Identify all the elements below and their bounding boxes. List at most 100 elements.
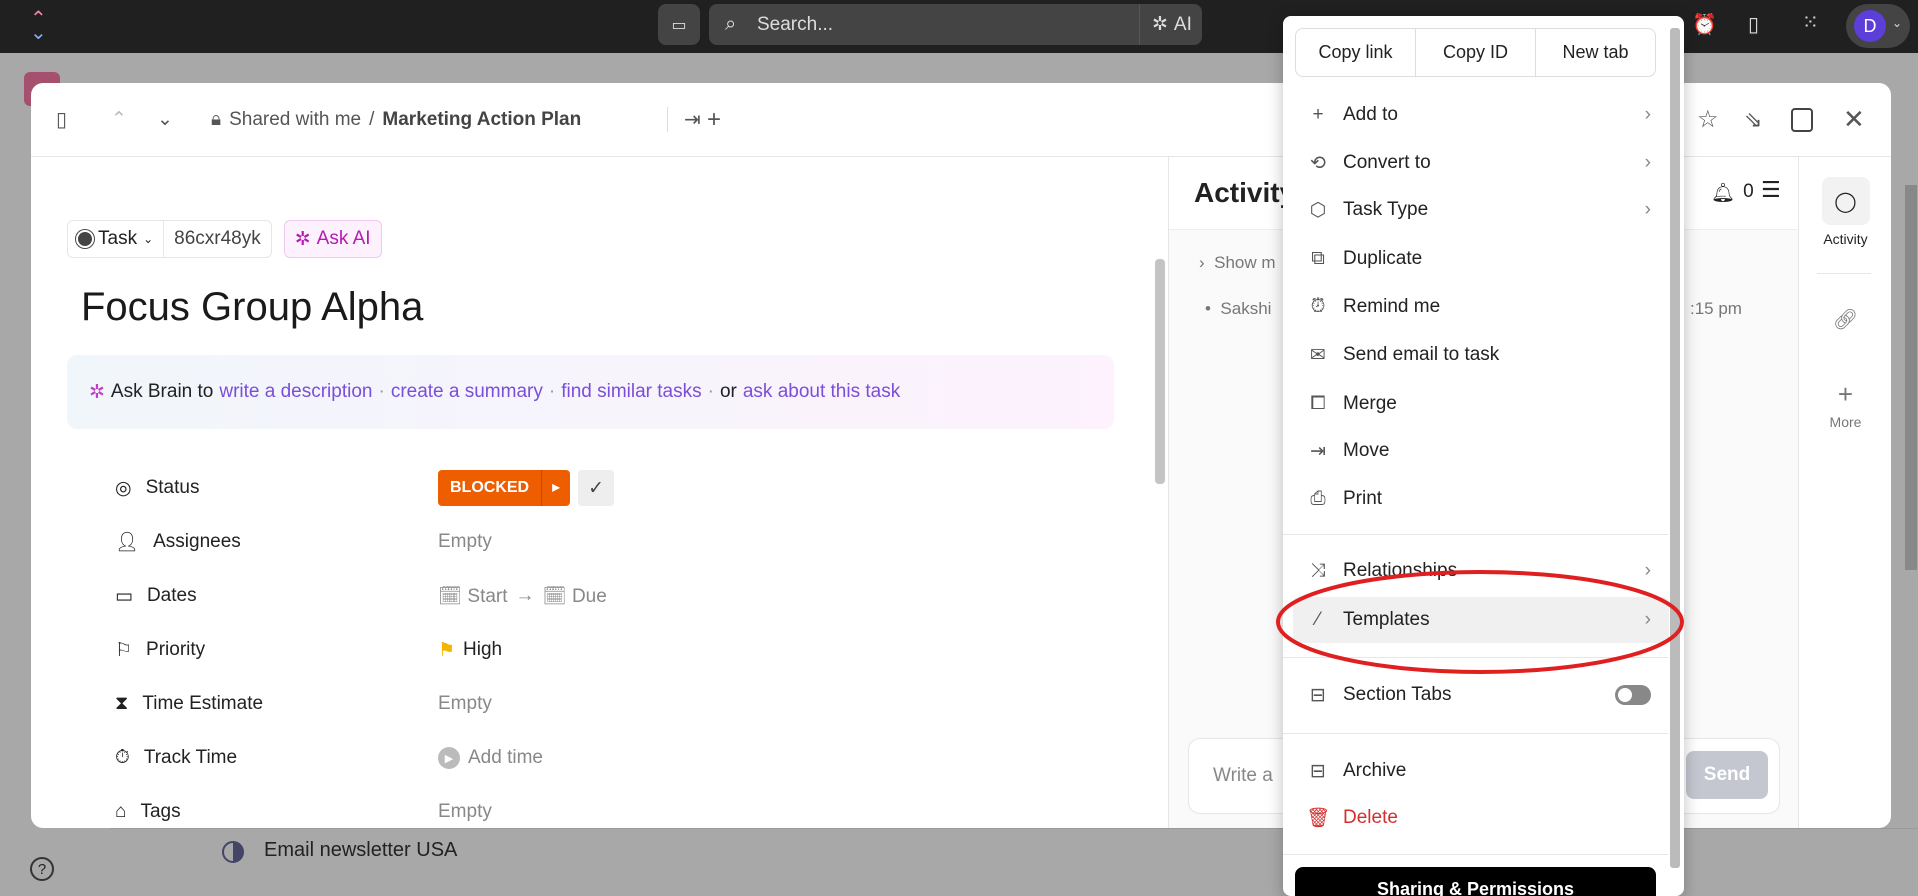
user-icon: 👤︎ bbox=[115, 532, 140, 553]
link-icon[interactable]: 🔗︎ bbox=[1799, 307, 1891, 332]
copy-id-button[interactable]: Copy ID bbox=[1416, 29, 1536, 76]
write-description-link[interactable]: write a description bbox=[219, 381, 372, 403]
menu-task-type[interactable]: ⬡ Task Type › bbox=[1293, 187, 1669, 233]
chevron-right-icon: › bbox=[1644, 199, 1651, 220]
merge-icon: ⧠ bbox=[1310, 393, 1326, 414]
status-button[interactable]: BLOCKED ▸ bbox=[438, 470, 571, 506]
assignees-value[interactable]: Empty bbox=[438, 531, 492, 553]
activity-tab[interactable]: ◯ Activity bbox=[1799, 177, 1891, 247]
tags-value[interactable]: Empty bbox=[438, 801, 492, 823]
field-status: ◎ Status BLOCKED ▸ ✓ bbox=[115, 470, 1115, 506]
task-title[interactable]: Focus Group Alpha bbox=[81, 285, 423, 330]
field-track-time: ⏱︎ Track Time ▶ Add time bbox=[115, 747, 543, 769]
menu-duplicate[interactable]: ⧉ Duplicate bbox=[1293, 236, 1669, 282]
task-chips: Task ⌄ 86cxr48yk ✲ Ask AI bbox=[67, 220, 382, 258]
priority-value[interactable]: ⚑ High bbox=[438, 639, 502, 662]
field-time-estimate: ⧗ Time Estimate Empty bbox=[115, 693, 492, 715]
page-scrollbar[interactable] bbox=[1905, 185, 1917, 570]
scrollbar[interactable] bbox=[1155, 259, 1165, 484]
apps-grid-icon[interactable]: ⁙ bbox=[1802, 10, 1819, 35]
chevron-down-icon[interactable]: ⌄ bbox=[157, 108, 173, 131]
plus-icon: + bbox=[1312, 104, 1324, 125]
search-icon: ⌕ bbox=[725, 13, 737, 35]
more-tab[interactable]: + More bbox=[1799, 379, 1891, 430]
trash-icon: 🗑︎ bbox=[1305, 808, 1331, 829]
help-icon[interactable]: ? bbox=[30, 857, 54, 881]
find-similar-link[interactable]: find similar tasks bbox=[561, 381, 701, 403]
menu-move[interactable]: ⇥ Move bbox=[1293, 428, 1669, 474]
tag-icon: ⌂ bbox=[115, 801, 127, 822]
plus-icon[interactable]: + bbox=[707, 106, 721, 134]
ai-button[interactable]: ✲ AI bbox=[1139, 4, 1192, 45]
notifications-button[interactable]: 🔔︎ 0 bbox=[1711, 181, 1754, 205]
task-type-dropdown[interactable]: Task ⌄ bbox=[67, 220, 165, 258]
task-id[interactable]: 86cxr48yk bbox=[164, 220, 272, 258]
search-input[interactable]: ⌕ Search... ✲ AI bbox=[709, 4, 1202, 45]
avatar: D bbox=[1854, 10, 1886, 42]
caret-right-icon[interactable]: ▸ bbox=[541, 470, 570, 506]
time-estimate-value[interactable]: Empty bbox=[438, 693, 492, 715]
chevron-down-icon: ⌄ bbox=[143, 232, 154, 246]
menu-add-to[interactable]: + Add to › bbox=[1293, 92, 1669, 138]
start-date[interactable]: 🗓︎ Start bbox=[438, 584, 508, 608]
expand-icon[interactable] bbox=[1791, 107, 1813, 132]
section-tabs-icon: ⊟ bbox=[1310, 684, 1326, 706]
flag-yellow-icon: ⚑ bbox=[438, 639, 456, 661]
task-type-icon bbox=[78, 232, 92, 246]
filter-icon[interactable]: ☰ bbox=[1761, 177, 1781, 203]
app-logo[interactable]: ⌃ ⌄ bbox=[30, 9, 50, 43]
doc-icon[interactable]: ▯ bbox=[1748, 12, 1759, 37]
create-summary-link[interactable]: create a summary bbox=[391, 381, 543, 403]
copy-link-button[interactable]: Copy link bbox=[1296, 29, 1416, 76]
ask-about-task-link[interactable]: ask about this task bbox=[743, 381, 900, 403]
menu-print[interactable]: ⎙ Print bbox=[1293, 476, 1669, 522]
breadcrumb-list[interactable]: Marketing Action Plan bbox=[382, 109, 581, 131]
play-icon: ▶ bbox=[438, 747, 460, 769]
close-icon[interactable]: ✕ bbox=[1843, 104, 1865, 135]
sharing-permissions-button[interactable]: Sharing & Permissions bbox=[1295, 867, 1656, 896]
sidebar-toggle-icon[interactable]: ▯ bbox=[56, 107, 67, 132]
section-tabs-toggle[interactable] bbox=[1615, 685, 1651, 705]
calendar-button[interactable]: ▭ bbox=[658, 4, 700, 45]
chevron-up-icon[interactable]: ⌃ bbox=[111, 108, 127, 131]
complete-button[interactable]: ✓ bbox=[578, 470, 615, 506]
field-assignees: 👤︎ Assignees Empty bbox=[115, 531, 492, 553]
right-sidebar: ◯ Activity 🔗︎ + More bbox=[1798, 157, 1891, 828]
task-details: Task ⌄ 86cxr48yk ✲ Ask AI Focus Group Alph… bbox=[31, 157, 1168, 828]
ask-ai-button[interactable]: ✲ Ask AI bbox=[283, 220, 382, 258]
field-dates: ▭ Dates 🗓︎ Start → 🗓︎ Due bbox=[115, 584, 607, 608]
chat-icon: ◯ bbox=[1821, 177, 1870, 225]
show-more-button[interactable]: › Show m bbox=[1199, 253, 1276, 273]
user-menu[interactable]: D ⌄ bbox=[1846, 4, 1910, 48]
status-icon: ◎ bbox=[115, 477, 132, 499]
chevron-right-icon: › bbox=[1644, 152, 1651, 173]
ai-brain-icon: ✲ bbox=[89, 381, 105, 403]
due-date[interactable]: 🗓︎ Due bbox=[543, 584, 607, 608]
minimize-icon[interactable]: ⇘ bbox=[1744, 107, 1762, 133]
activity-time: :15 pm bbox=[1690, 299, 1742, 318]
stopwatch-icon: ⏱︎ bbox=[115, 747, 130, 768]
menu-remind-me[interactable]: ⏰︎ Remind me bbox=[1293, 284, 1669, 330]
move-icon[interactable]: ⇥ bbox=[667, 107, 701, 132]
hourglass-icon: ⧗ bbox=[115, 693, 129, 714]
breadcrumb: 🔒︎ Shared with me / Marketing Action Pla… bbox=[211, 108, 582, 131]
move-icon: ⇥ bbox=[1310, 440, 1326, 462]
menu-delete[interactable]: 🗑︎ Delete bbox=[1293, 795, 1669, 841]
send-button[interactable]: Send bbox=[1686, 751, 1768, 799]
chevron-down-icon: ⌄ bbox=[1892, 16, 1903, 30]
highlight-ellipse bbox=[1276, 570, 1684, 674]
menu-archive[interactable]: ⊟ Archive bbox=[1293, 748, 1669, 794]
star-icon[interactable]: ☆ bbox=[1697, 105, 1719, 134]
plus-icon: + bbox=[1837, 379, 1854, 409]
activity-entry: • Sakshi bbox=[1205, 299, 1272, 318]
menu-convert-to[interactable]: ⟲ Convert to › bbox=[1293, 140, 1669, 186]
breadcrumb-shared[interactable]: Shared with me bbox=[229, 109, 361, 131]
menu-merge[interactable]: ⧠ Merge bbox=[1293, 381, 1669, 427]
chevron-right-icon: › bbox=[1644, 104, 1651, 125]
menu-send-email[interactable]: ✉ Send email to task bbox=[1293, 332, 1669, 378]
add-time-button[interactable]: ▶ Add time bbox=[438, 747, 543, 769]
alarm-icon[interactable]: ⏰ bbox=[1692, 12, 1717, 37]
new-tab-button[interactable]: New tab bbox=[1536, 29, 1655, 76]
status-half-icon bbox=[222, 841, 244, 863]
menu-scrollbar[interactable] bbox=[1670, 28, 1680, 868]
